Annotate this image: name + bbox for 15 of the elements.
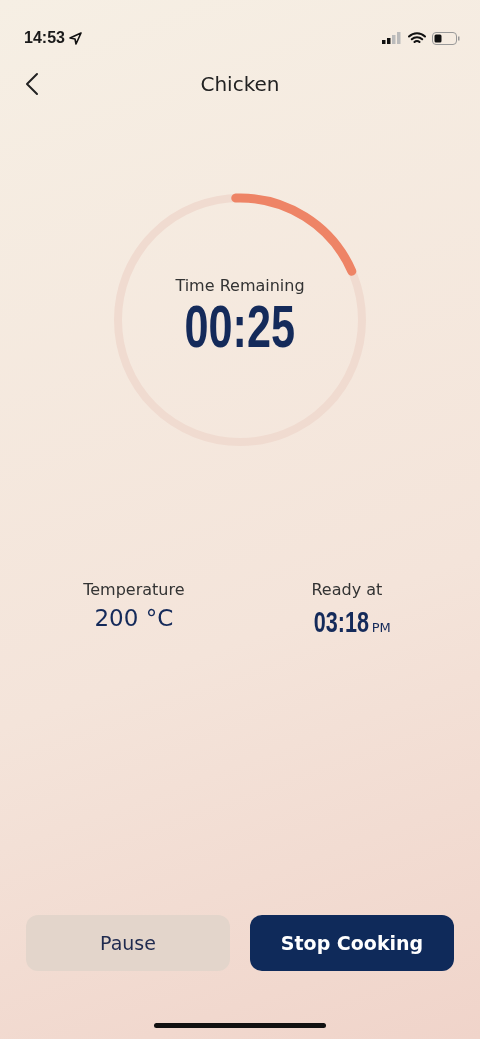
signal-icon: [382, 32, 402, 44]
battery-icon: [432, 31, 460, 45]
wifi-icon: [408, 31, 426, 45]
stop-button[interactable]: Stop Cooking: [250, 915, 454, 971]
time-suffix: PM: [371, 620, 391, 635]
stat-label: Temperature: [83, 580, 185, 599]
stat-value: 200 °C: [94, 605, 174, 631]
page-title: Chicken: [199, 72, 281, 96]
timer-value: 00:25: [184, 296, 296, 357]
pause-button[interactable]: Pause: [26, 915, 230, 971]
stat-value: 03:18: [313, 605, 369, 639]
timer-label: Time Remaining: [175, 275, 305, 295]
status-time: 14:53: [24, 29, 65, 47]
stat-label: Ready at: [311, 580, 383, 599]
location-icon: [68, 31, 82, 45]
